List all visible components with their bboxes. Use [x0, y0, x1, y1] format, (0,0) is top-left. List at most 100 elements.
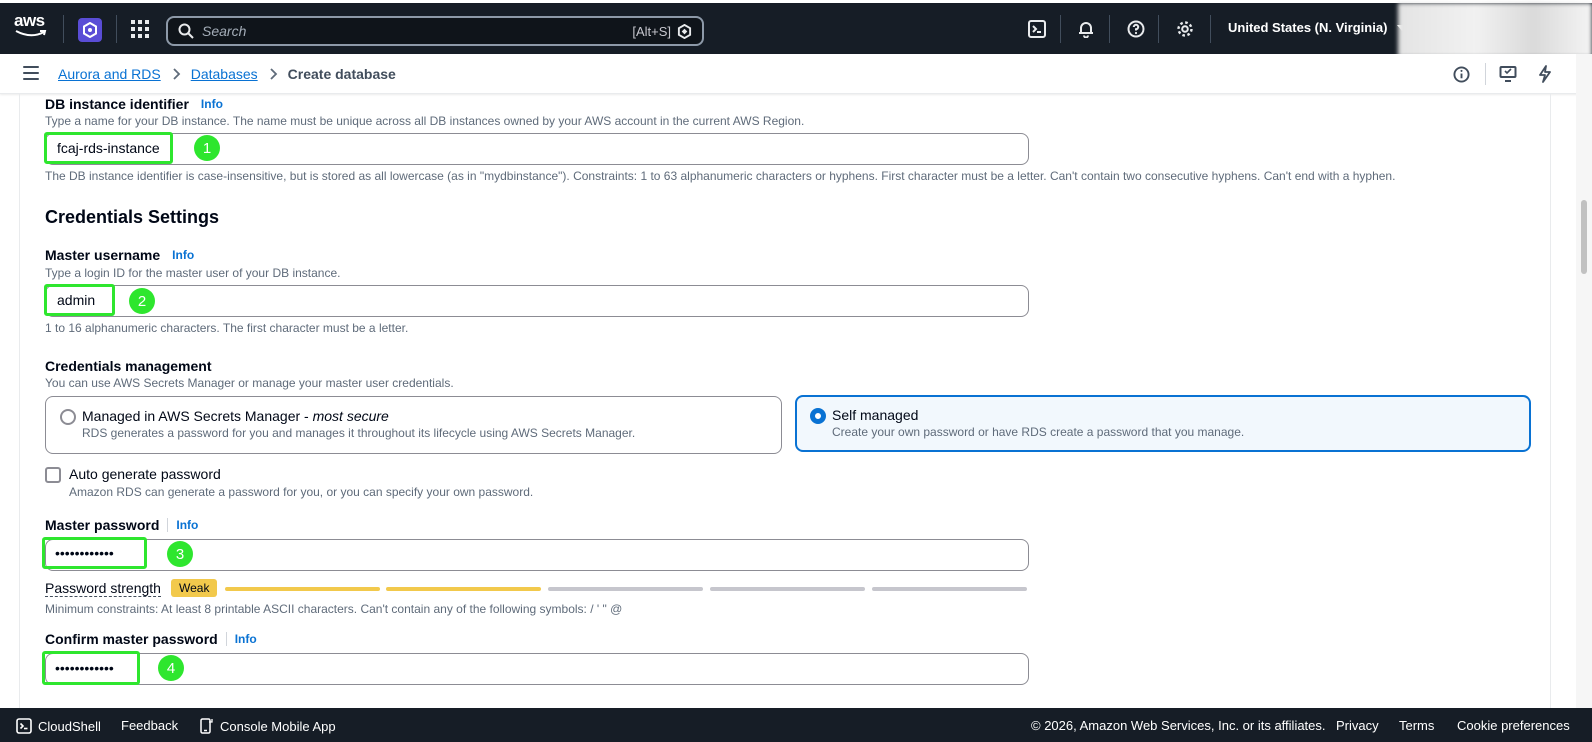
breadcrumb-link-aurora-rds[interactable]: Aurora and RDS — [58, 66, 161, 82]
panel-border — [19, 94, 20, 708]
step-badge-2: 2 — [129, 288, 155, 314]
master-username-label-text: Master username — [45, 247, 161, 263]
footer-cookies-label: Cookie preferences — [1457, 718, 1570, 733]
master-password-info-link[interactable]: Info — [176, 518, 198, 532]
info-divider — [167, 518, 169, 532]
hex-logo-icon — [677, 23, 692, 39]
footer-privacy-link[interactable]: Privacy — [1336, 718, 1379, 733]
footer-feedback-link[interactable]: Feedback — [121, 718, 178, 733]
auto-generate-description: Amazon RDS can generate a password for y… — [69, 485, 534, 499]
footer-privacy-label: Privacy — [1336, 718, 1379, 733]
master-username-field[interactable] — [45, 285, 1029, 317]
top-navigation: aws Search [Alt+S] United States (N. Vir… — [0, 0, 1592, 57]
breadcrumb: Aurora and RDS Databases Create database — [58, 66, 396, 82]
region-selector[interactable]: United States (N. Virginia) — [1228, 20, 1408, 35]
footer-cloudshell-label: CloudShell — [38, 718, 101, 734]
search-icon — [178, 23, 194, 39]
account-menu-redacted[interactable] — [1398, 3, 1592, 57]
footer-terms-label: Terms — [1399, 718, 1435, 733]
cloudshell-icon — [16, 718, 32, 734]
option-title-emphasis: most secure — [312, 408, 389, 424]
mobile-phone-icon — [200, 718, 213, 734]
footer-copyright: © 2026, Amazon Web Services, Inc. or its… — [1031, 718, 1326, 733]
option-secrets-manager-tile[interactable]: Managed in AWS Secrets Manager - most se… — [45, 396, 782, 454]
strength-segment-2 — [386, 587, 541, 591]
option-self-managed-tile[interactable]: Self managed Create your own password or… — [795, 395, 1531, 452]
db-identifier-field[interactable] — [45, 133, 1029, 165]
master-username-label: Master username Info — [45, 247, 194, 263]
lightning-icon[interactable] — [1535, 64, 1555, 84]
option-self-managed-desc: Create your own password or have RDS cre… — [832, 425, 1245, 439]
credentials-management-label: Credentials management — [45, 358, 212, 374]
search-input[interactable]: Search [Alt+S] — [166, 16, 704, 46]
auto-generate-checkbox[interactable] — [45, 467, 61, 483]
credentials-management-description: You can use AWS Secrets Manager or manag… — [45, 376, 454, 390]
master-password-value[interactable]: •••••••••••• — [42, 537, 147, 569]
option-secrets-manager-title: Managed in AWS Secrets Manager - most se… — [82, 408, 389, 424]
aws-logo-text: aws — [14, 11, 45, 30]
nav-divider — [1060, 15, 1061, 43]
aws-logo[interactable]: aws — [14, 12, 50, 42]
menu-hamburger-icon[interactable] — [23, 66, 39, 80]
breadcrumb-bar: Aurora and RDS Databases Create database — [0, 54, 1592, 94]
master-username-info-link[interactable]: Info — [172, 248, 194, 262]
auto-generate-label: Auto generate password — [69, 466, 221, 482]
chevron-right-icon — [173, 68, 180, 80]
password-strength-label[interactable]: Password strength — [45, 580, 161, 597]
smile-arrow-icon — [15, 30, 47, 37]
info-circle-icon[interactable] — [1451, 64, 1471, 84]
db-identifier-label: DB instance identifier Info — [45, 96, 223, 112]
search-shortcut: [Alt+S] — [632, 23, 671, 39]
option-self-managed-title: Self managed — [832, 407, 919, 423]
info-divider — [225, 632, 227, 646]
settings-gear-icon[interactable] — [1174, 18, 1196, 40]
radio-self-managed[interactable] — [810, 408, 826, 424]
nav-divider — [1158, 15, 1159, 43]
region-label: United States (N. Virginia) — [1228, 20, 1388, 35]
db-identifier-info-link[interactable]: Info — [201, 97, 223, 111]
service-hex-icon[interactable] — [78, 18, 102, 42]
toolbar-divider — [1485, 63, 1486, 85]
nav-divider — [63, 15, 64, 43]
credentials-management-label-text: Credentials management — [45, 358, 212, 374]
help-icon[interactable] — [1125, 18, 1147, 40]
footer-mobile-app-link[interactable]: Console Mobile App — [198, 718, 336, 734]
confirm-password-field[interactable] — [45, 653, 1029, 685]
apps-grid-icon[interactable] — [131, 20, 149, 38]
credentials-settings-heading: Credentials Settings — [45, 207, 220, 227]
strength-segment-4 — [710, 587, 865, 591]
footer-cloudshell-button[interactable]: CloudShell — [16, 718, 101, 734]
db-identifier-help: The DB instance identifier is case-insen… — [45, 169, 1396, 183]
password-strength-badge: Weak — [171, 579, 218, 597]
scrollbar-thumb[interactable] — [1581, 200, 1587, 274]
confirm-password-label-text: Confirm master password — [45, 631, 218, 647]
confirm-password-value[interactable]: •••••••••••• — [42, 651, 140, 685]
strength-segment-3 — [548, 587, 703, 591]
nav-divider — [116, 15, 117, 43]
db-identifier-description: Type a name for your DB instance. The na… — [45, 114, 805, 128]
confirm-password-info-link[interactable]: Info — [235, 632, 257, 646]
strength-segment-5 — [872, 587, 1027, 591]
cloudshell-icon[interactable] — [1026, 18, 1048, 40]
confirm-password-label: Confirm master password Info — [45, 631, 257, 647]
chevron-right-icon — [270, 68, 277, 80]
footer-terms-link[interactable]: Terms — [1399, 718, 1434, 733]
radio-secrets-manager[interactable] — [60, 409, 76, 425]
main-content: DB instance identifier Info Type a name … — [0, 94, 1592, 708]
search-placeholder: Search — [202, 23, 247, 39]
db-identifier-label-text: DB instance identifier — [45, 96, 189, 112]
master-username-description: Type a login ID for the master user of y… — [45, 266, 341, 280]
footer-cookie-preferences-link[interactable]: Cookie preferences — [1457, 718, 1570, 733]
breadcrumb-link-databases[interactable]: Databases — [191, 66, 258, 82]
option-secrets-manager-desc: RDS generates a password for you and man… — [82, 426, 636, 440]
panel-border — [1550, 94, 1551, 708]
master-username-value[interactable]: admin — [44, 284, 115, 316]
db-identifier-value[interactable]: fcaj-rds-instance — [44, 132, 173, 164]
feedback-screen-icon[interactable] — [1498, 64, 1518, 84]
step-badge-4: 4 — [158, 655, 184, 681]
footer: CloudShell Feedback Console Mobile App ©… — [0, 708, 1592, 742]
step-badge-1: 1 — [194, 135, 220, 161]
strength-segment-1 — [225, 587, 380, 591]
notifications-bell-icon[interactable] — [1075, 18, 1097, 40]
page-scrollbar[interactable] — [1576, 54, 1592, 708]
